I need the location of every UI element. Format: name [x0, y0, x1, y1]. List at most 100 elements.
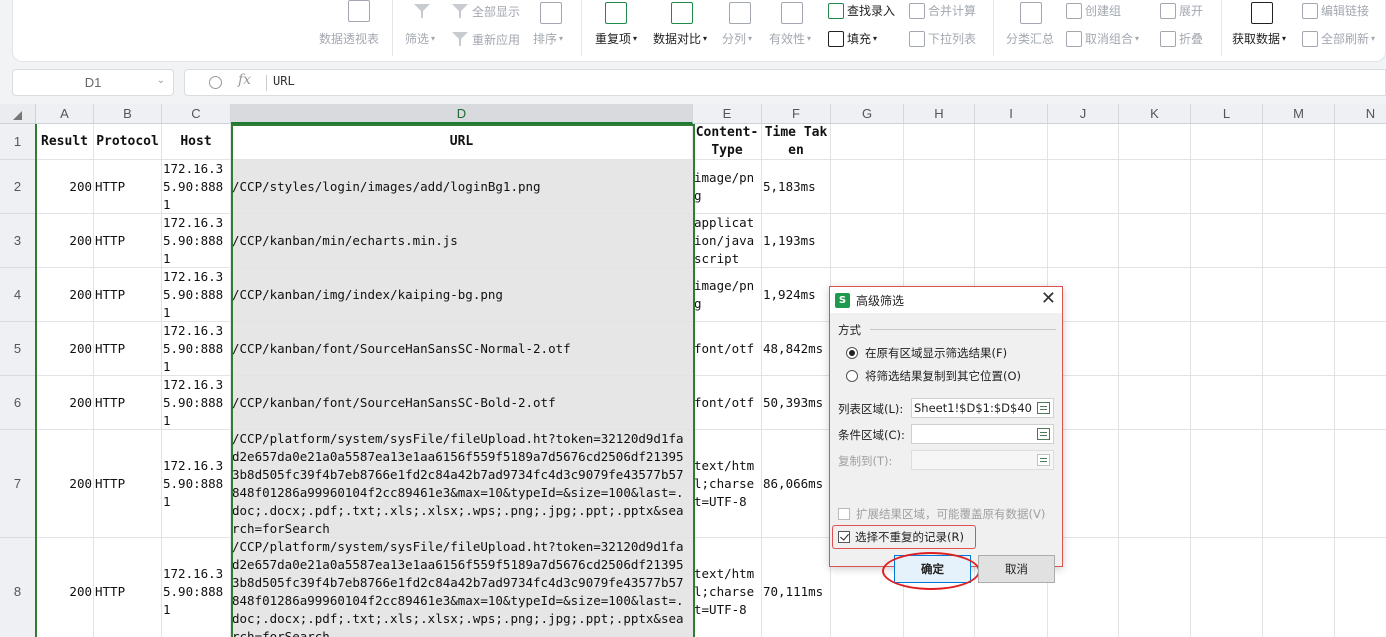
column-header-h[interactable]: H: [904, 104, 975, 124]
expand-button[interactable]: 展开: [1160, 2, 1203, 19]
duplicates-button[interactable]: 重复项 ▾: [595, 30, 637, 47]
subtotal-button[interactable]: 分类汇总: [1006, 30, 1054, 47]
reapply-button[interactable]: 重新应用: [451, 30, 520, 48]
name-box[interactable]: D1 ⌄: [12, 69, 174, 96]
cell-c8[interactable]: 172.16.35.90:8881: [162, 538, 231, 637]
cell-b2[interactable]: HTTP: [94, 160, 162, 214]
cell-h2[interactable]: [904, 160, 975, 214]
row-header-8[interactable]: 8: [0, 538, 36, 637]
cell-b1[interactable]: Protocol: [94, 124, 162, 160]
cell-k6[interactable]: [1119, 376, 1191, 430]
cell-l7[interactable]: [1191, 430, 1263, 538]
cell-f6[interactable]: 50,393ms: [762, 376, 831, 430]
cell-g2[interactable]: [831, 160, 904, 214]
cell-b8[interactable]: HTTP: [94, 538, 162, 637]
ungroup-button[interactable]: 取消组合 ▾: [1066, 30, 1139, 47]
cell-c5[interactable]: 172.16.35.90:8881: [162, 322, 231, 376]
list-range-input[interactable]: Sheet1!$D$1:$D$40: [911, 398, 1054, 418]
cell-d5[interactable]: /CCP/kanban/font/SourceHanSansSC-Normal-…: [231, 322, 693, 376]
cell-f4[interactable]: 1,924ms: [762, 268, 831, 322]
cell-e1[interactable]: Content-Type: [693, 124, 762, 160]
cell-e3[interactable]: application/javascript: [693, 214, 762, 268]
cell-c6[interactable]: 172.16.35.90:8881: [162, 376, 231, 430]
cell-b4[interactable]: HTTP: [94, 268, 162, 322]
chevron-down-icon[interactable]: ⌄: [157, 75, 165, 86]
column-header-b[interactable]: B: [94, 104, 162, 124]
cell-l2[interactable]: [1191, 160, 1263, 214]
cell-m7[interactable]: [1263, 430, 1335, 538]
cell-n8[interactable]: [1335, 538, 1386, 637]
cell-a2[interactable]: 200: [36, 160, 94, 214]
cell-d1[interactable]: URL: [231, 124, 693, 160]
row-header-5[interactable]: 5: [0, 322, 36, 376]
column-header-k[interactable]: K: [1119, 104, 1191, 124]
range-picker-icon[interactable]: [1037, 402, 1050, 414]
close-icon[interactable]: ✕: [1041, 289, 1056, 309]
row-header-1[interactable]: 1: [0, 124, 36, 160]
edit-links-button[interactable]: 编辑链接: [1302, 2, 1369, 19]
cell-b3[interactable]: HTTP: [94, 214, 162, 268]
cell-n7[interactable]: [1335, 430, 1386, 538]
dialog-titlebar[interactable]: S 高级筛选 ✕: [830, 287, 1062, 313]
fill-button[interactable]: 填充 ▾: [828, 30, 877, 47]
cell-k3[interactable]: [1119, 214, 1191, 268]
validity-button[interactable]: 有效性 ▾: [769, 30, 811, 47]
cell-m2[interactable]: [1263, 160, 1335, 214]
cell-n2[interactable]: [1335, 160, 1386, 214]
column-header-f[interactable]: F: [762, 104, 831, 124]
cell-k4[interactable]: [1119, 268, 1191, 322]
cell-l8[interactable]: [1191, 538, 1263, 637]
cell-e2[interactable]: image/png: [693, 160, 762, 214]
column-header-g[interactable]: G: [831, 104, 904, 124]
cell-a8[interactable]: 200: [36, 538, 94, 637]
criteria-range-input[interactable]: [911, 424, 1054, 444]
cell-b6[interactable]: HTTP: [94, 376, 162, 430]
cell-d4[interactable]: /CCP/kanban/img/index/kaiping-bg.png: [231, 268, 693, 322]
cell-i2[interactable]: [975, 160, 1048, 214]
pivot-table-button[interactable]: 数据透视表: [319, 30, 379, 47]
group-button[interactable]: 创建组: [1066, 2, 1121, 19]
cell-l1[interactable]: [1191, 124, 1263, 160]
cell-a7[interactable]: 200: [36, 430, 94, 538]
cell-d8[interactable]: /CCP/platform/system/sysFile/fileUpload.…: [231, 538, 693, 637]
cell-k7[interactable]: [1119, 430, 1191, 538]
cell-a6[interactable]: 200: [36, 376, 94, 430]
dropdown-list-button[interactable]: 下拉列表: [909, 30, 976, 47]
column-header-l[interactable]: L: [1191, 104, 1263, 124]
cell-n4[interactable]: [1335, 268, 1386, 322]
cell-c1[interactable]: Host: [162, 124, 231, 160]
sort-button[interactable]: 排序 ▾: [533, 30, 563, 47]
cell-c2[interactable]: 172.16.35.90:8881: [162, 160, 231, 214]
cell-l6[interactable]: [1191, 376, 1263, 430]
cell-m8[interactable]: [1263, 538, 1335, 637]
column-header-i[interactable]: I: [975, 104, 1048, 124]
column-header-c[interactable]: C: [162, 104, 231, 124]
row-header-3[interactable]: 3: [0, 214, 36, 268]
cell-a5[interactable]: 200: [36, 322, 94, 376]
cell-n6[interactable]: [1335, 376, 1386, 430]
cell-n1[interactable]: [1335, 124, 1386, 160]
column-header-d[interactable]: D: [231, 104, 693, 124]
cell-e8[interactable]: text/html;charset=UTF-8: [693, 538, 762, 637]
select-all-corner[interactable]: [0, 104, 36, 124]
cell-n5[interactable]: [1335, 322, 1386, 376]
cell-b5[interactable]: HTTP: [94, 322, 162, 376]
cell-f1[interactable]: Time Taken: [762, 124, 831, 160]
formula-input[interactable]: fx URL: [184, 69, 1386, 96]
cell-k1[interactable]: [1119, 124, 1191, 160]
cell-h3[interactable]: [904, 214, 975, 268]
column-header-e[interactable]: E: [693, 104, 762, 124]
row-header-2[interactable]: 2: [0, 160, 36, 214]
get-data-button[interactable]: 获取数据 ▾: [1232, 30, 1286, 47]
ok-button[interactable]: 确定: [894, 555, 971, 583]
cell-n3[interactable]: [1335, 214, 1386, 268]
zoom-icon[interactable]: [209, 76, 222, 89]
cell-k5[interactable]: [1119, 322, 1191, 376]
cancel-button[interactable]: 取消: [978, 555, 1055, 583]
row-header-4[interactable]: 4: [0, 268, 36, 322]
cell-g1[interactable]: [831, 124, 904, 160]
cell-a4[interactable]: 200: [36, 268, 94, 322]
cell-e7[interactable]: text/html;charset=UTF-8: [693, 430, 762, 538]
cell-m4[interactable]: [1263, 268, 1335, 322]
cell-b7[interactable]: HTTP: [94, 430, 162, 538]
